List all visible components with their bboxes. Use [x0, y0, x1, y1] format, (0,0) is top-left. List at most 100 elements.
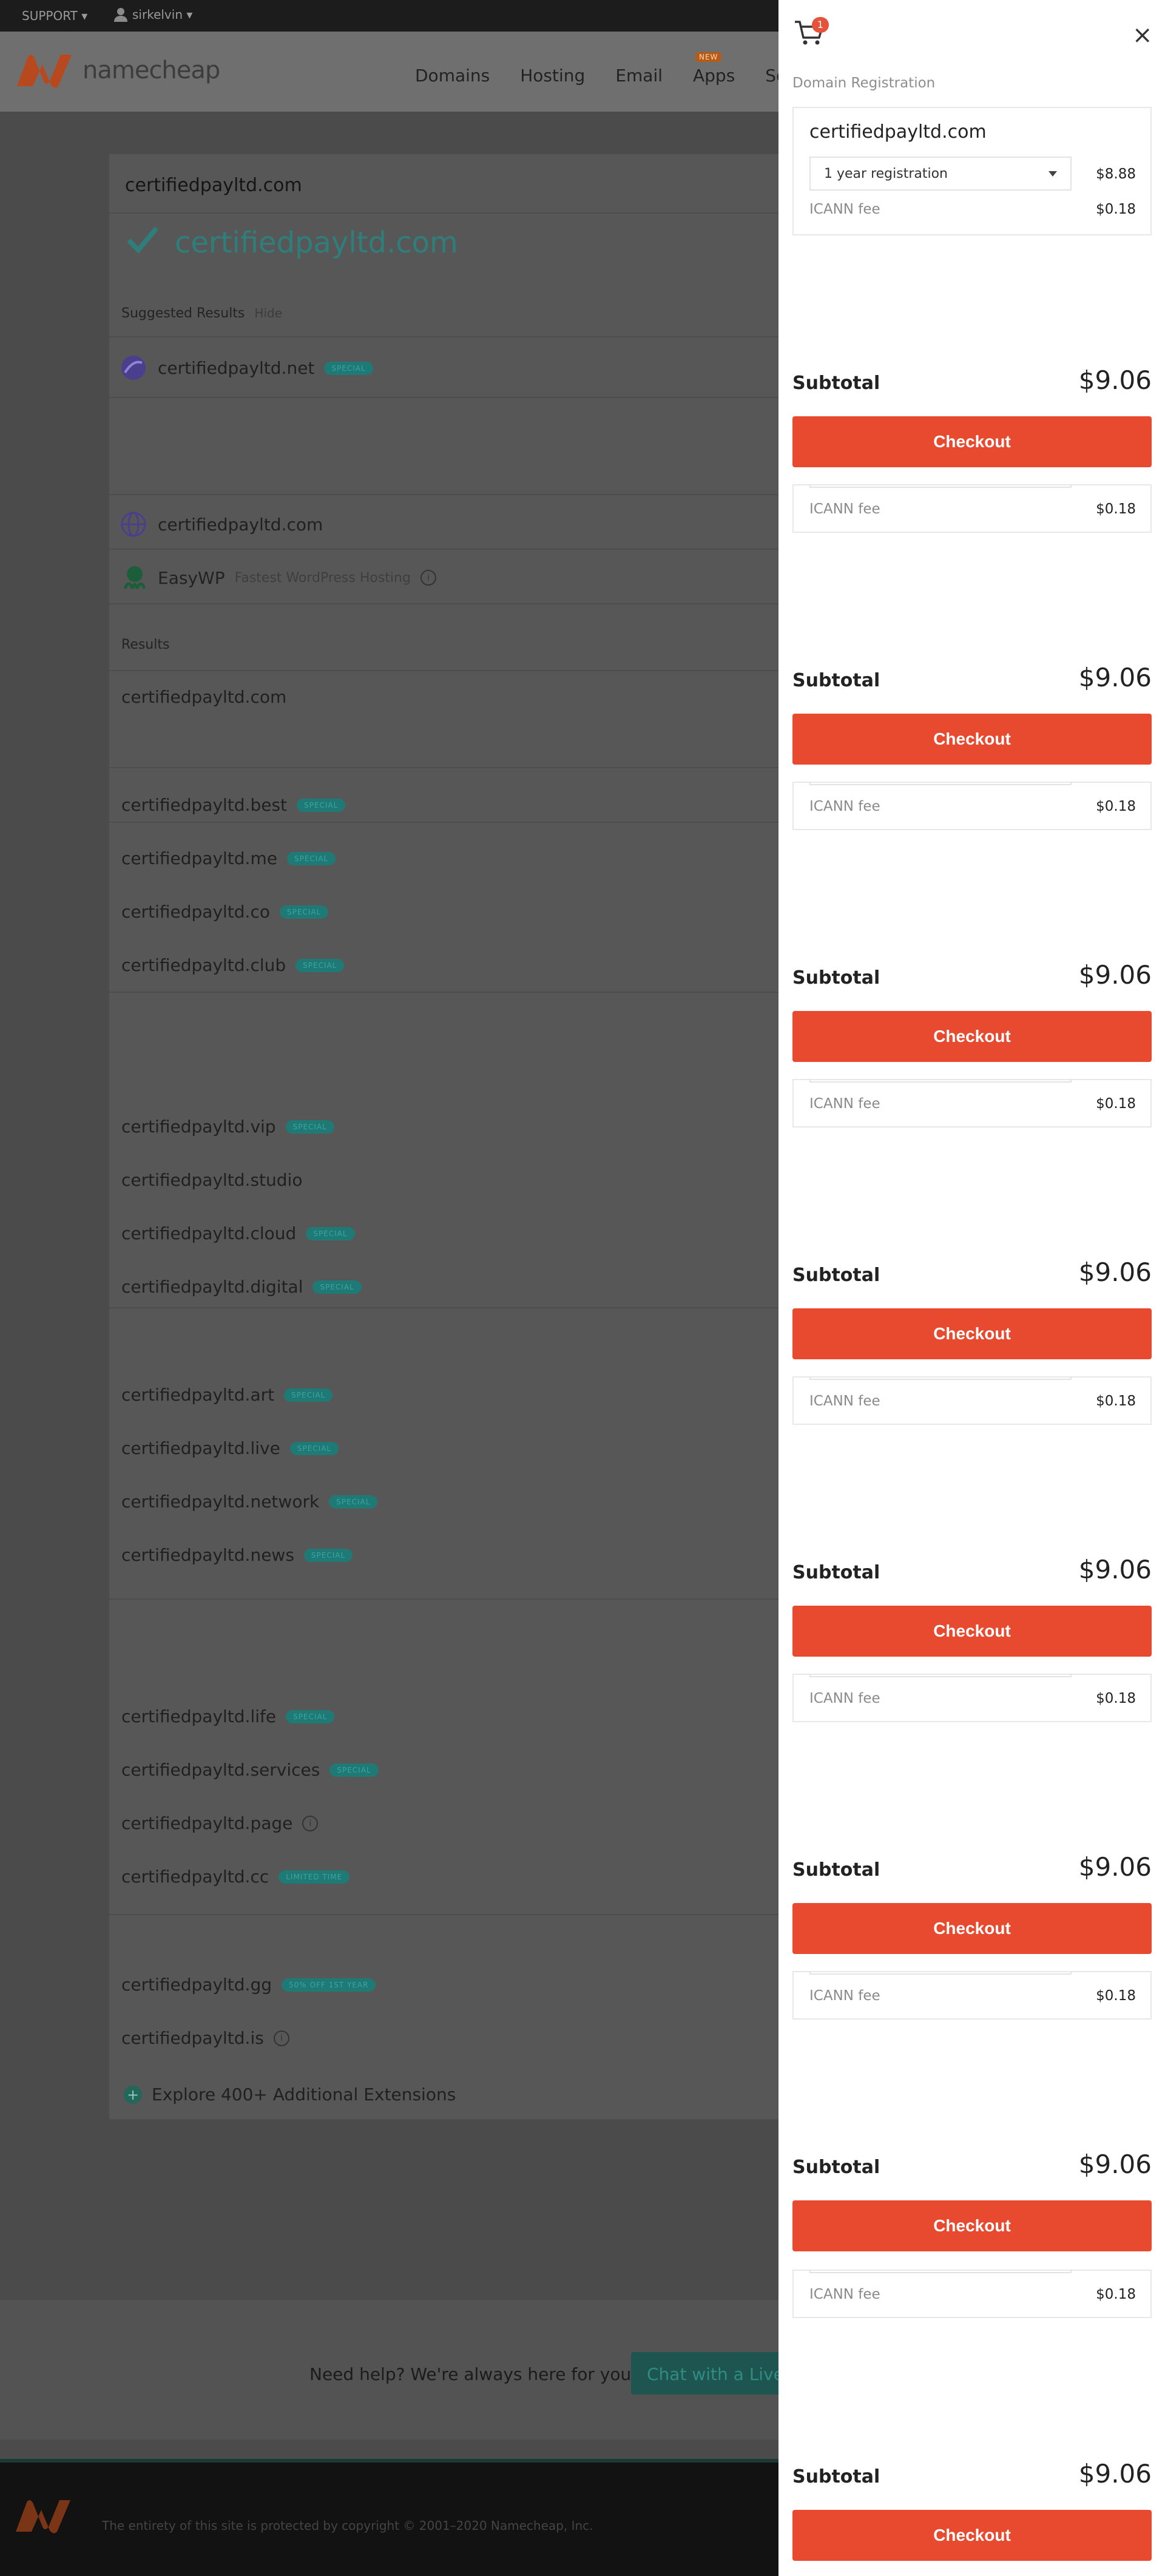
special-tag: SPECIAL: [280, 905, 329, 919]
result-row[interactable]: certifiedpayltd.vip SPECIAL: [121, 1117, 334, 1137]
result-row[interactable]: certifiedpayltd.is i: [121, 2028, 289, 2048]
checkout-button[interactable]: Checkout: [792, 1308, 1152, 1359]
result-row[interactable]: certifiedpayltd.network SPECIAL: [121, 1492, 378, 1512]
result-row[interactable]: certifiedpayltd.art SPECIAL: [121, 1385, 333, 1405]
result-row[interactable]: certifiedpayltd.cc LIMITED TIME: [121, 1867, 350, 1887]
copyright: The entirety of this site is protected b…: [102, 2518, 593, 2533]
cart-item-fragment: ICANN fee $0.18: [792, 484, 1152, 533]
result-row[interactable]: certifiedpayltd.live SPECIAL: [121, 1438, 339, 1458]
icann-label: ICANN fee: [809, 1691, 880, 1706]
user-icon: [114, 8, 127, 22]
nav-hosting[interactable]: Hosting: [520, 66, 585, 86]
easywp-promo[interactable]: EasyWP Fastest WordPress Hosting i: [121, 564, 436, 591]
user-menu[interactable]: sirkelvin ▾: [114, 7, 192, 22]
hide-suggested-link[interactable]: Hide: [254, 306, 282, 320]
domain-name: certifiedpayltd.vip: [121, 1117, 276, 1137]
info-icon[interactable]: i: [302, 1815, 319, 1831]
icann-label: ICANN fee: [809, 799, 880, 814]
result-row[interactable]: certifiedpayltd.best SPECIAL: [121, 795, 346, 815]
result-row[interactable]: certifiedpayltd.life SPECIAL: [121, 1706, 335, 1726]
icann-price: $0.18: [1096, 2287, 1136, 2302]
nav-apps[interactable]: Apps: [693, 66, 735, 86]
icann-price: $0.18: [1096, 1393, 1136, 1409]
cart-section-title: Domain Registration: [792, 75, 936, 91]
cart-item-fragment: ICANN fee $0.18: [792, 2270, 1152, 2318]
special-tag: SPECIAL: [284, 1388, 333, 1402]
special-tag: SPECIAL: [329, 1495, 378, 1509]
special-tag: SPECIAL: [285, 1120, 334, 1134]
result-row[interactable]: certifiedpayltd.page i: [121, 1813, 319, 1833]
period-value: 1 year registration: [824, 166, 948, 181]
results-heading: Results: [121, 637, 170, 652]
domain-name: certifiedpayltd.club: [121, 955, 286, 975]
result-row[interactable]: certifiedpayltd.me SPECIAL: [121, 848, 336, 868]
icann-price: $0.18: [1096, 1691, 1136, 1706]
subtotal-label: Subtotal: [792, 967, 880, 989]
username: sirkelvin ▾: [132, 7, 193, 22]
result-row[interactable]: certifiedpayltd.club SPECIAL: [121, 955, 345, 975]
result-row[interactable]: certifiedpayltd.services SPECIAL: [121, 1760, 379, 1780]
domain-name: certifiedpayltd.services: [121, 1760, 320, 1780]
new-badge: NEW: [695, 52, 722, 62]
icann-label: ICANN fee: [809, 1988, 880, 2004]
result-row[interactable]: certifiedpayltd.news SPECIAL: [121, 1545, 353, 1565]
suggested-row-com[interactable]: certifiedpayltd.com: [158, 515, 323, 535]
checkout-button[interactable]: Checkout: [792, 416, 1152, 467]
namecheap-logo[interactable]: namecheap: [15, 52, 220, 89]
nav-domains[interactable]: Domains: [415, 66, 490, 86]
domain-price: $8.88: [1096, 166, 1136, 182]
domain-name: certifiedpayltd.news: [121, 1545, 294, 1565]
icann-label: ICANN fee: [809, 1096, 880, 1112]
result-row[interactable]: certifiedpayltd.com: [121, 687, 286, 707]
globe-icon: [121, 512, 146, 537]
support-menu[interactable]: SUPPORT ▾: [22, 8, 87, 23]
result-row[interactable]: certifiedpayltd.studio: [121, 1170, 302, 1190]
result-row[interactable]: certifiedpayltd.gg 50% OFF 1ST YEAR: [121, 1975, 376, 1995]
search-query[interactable]: certifiedpayltd.com: [125, 175, 302, 196]
checkout-button[interactable]: Checkout: [792, 2200, 1152, 2251]
select-stub: [809, 1376, 1072, 1380]
domain-name: certifiedpayltd.page: [121, 1813, 293, 1833]
checkout-button[interactable]: Checkout: [792, 1011, 1152, 1062]
discount-tag: 50% OFF 1ST YEAR: [282, 1978, 376, 1992]
cart-item-fragment: ICANN fee $0.18: [792, 1971, 1152, 2020]
cart-count-badge: 1: [812, 17, 829, 33]
nav-email[interactable]: Email: [615, 66, 663, 86]
checkout-button[interactable]: Checkout: [792, 714, 1152, 765]
domain-name: certifiedpayltd.me: [121, 848, 277, 868]
info-icon[interactable]: i: [420, 570, 436, 586]
suggested-row-net[interactable]: certifiedpayltd.net SPECIAL: [158, 358, 373, 378]
special-tag: SPECIAL: [297, 798, 346, 812]
select-stub: [809, 1079, 1072, 1083]
subtotal-label: Subtotal: [792, 670, 880, 691]
select-stub: [809, 2270, 1072, 2273]
explore-extensions-link[interactable]: + Explore 400+ Additional Extensions: [124, 2084, 456, 2104]
available-domain: certifiedpayltd.com: [175, 226, 458, 260]
select-stub: [809, 1971, 1072, 1975]
domain-name: certifiedpayltd.life: [121, 1706, 277, 1726]
checkout-button[interactable]: Checkout: [792, 1606, 1152, 1657]
select-stub: [809, 1674, 1072, 1677]
info-icon[interactable]: i: [273, 2030, 289, 2046]
cart-item-fragment: ICANN fee $0.18: [792, 782, 1152, 830]
registration-period-select[interactable]: 1 year registration: [809, 157, 1072, 191]
result-row[interactable]: certifiedpayltd.co SPECIAL: [121, 902, 329, 922]
available-check-icon: [127, 226, 158, 254]
result-row[interactable]: certifiedpayltd.digital SPECIAL: [121, 1277, 362, 1297]
subtotal-amount: $9.06: [1078, 1852, 1152, 1882]
special-tag: SPECIAL: [286, 851, 336, 865]
checkout-button[interactable]: Checkout: [792, 1903, 1152, 1954]
subtotal-label: Subtotal: [792, 1859, 880, 1881]
suggested-label: Suggested Results: [121, 306, 245, 321]
subtotal-amount: $9.06: [1078, 365, 1152, 395]
subtotal-label: Subtotal: [792, 2466, 880, 2487]
icann-label: ICANN fee: [809, 2287, 880, 2302]
close-icon[interactable]: ×: [1132, 23, 1153, 47]
checkout-button[interactable]: Checkout: [792, 2510, 1152, 2561]
special-tag: SPECIAL: [295, 958, 345, 972]
special-tag: SPECIAL: [303, 1548, 353, 1562]
net-globe-icon: [121, 356, 146, 380]
domain-name: certifiedpayltd.net: [158, 358, 315, 378]
result-row[interactable]: certifiedpayltd.cloud SPECIAL: [121, 1223, 355, 1243]
domain-name: certifiedpayltd.com: [121, 687, 287, 707]
